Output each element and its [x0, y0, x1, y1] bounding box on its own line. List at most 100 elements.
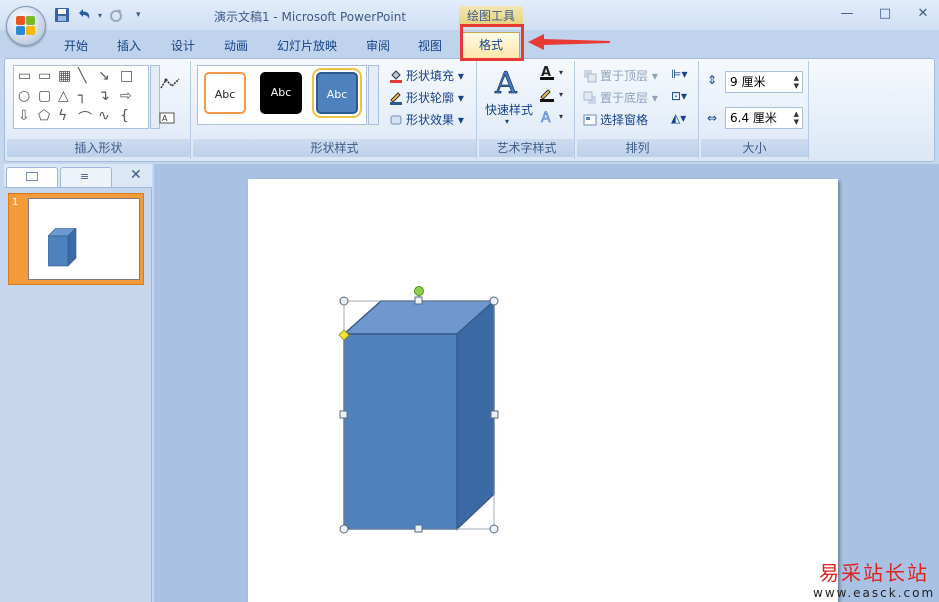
- group-label-shape-styles: 形状样式: [193, 139, 476, 157]
- group-wordart-styles: A 快速样式 ▾ A ▾ ▾ A ▾ 艺术字样式: [479, 61, 575, 159]
- style-swatch-blue[interactable]: Abc: [312, 68, 362, 118]
- quick-styles-icon[interactable]: A: [493, 65, 525, 97]
- shape-effects-label: 形状效果: [406, 113, 455, 127]
- shape-fill-button[interactable]: 形状填充 ▾: [389, 67, 464, 84]
- shapes-gallery[interactable]: ▭ ▭ ▦ ╲ ↘ □ ○ ▢ △ ┐ ↴ ⇨ ⇩ ⬠ ϟ ⌒ ∿ {: [13, 65, 149, 129]
- group-objects-icon[interactable]: ⊡▾: [671, 89, 687, 103]
- svg-text:▾: ▾: [559, 90, 563, 99]
- close-button[interactable]: ✕: [915, 6, 931, 21]
- down-arrow-shape-icon[interactable]: ⇩: [18, 108, 30, 124]
- arrow-line-shape-icon[interactable]: ↘: [98, 68, 110, 84]
- shape-outline-label: 形状轮廓: [406, 91, 455, 105]
- office-logo-icon: [16, 16, 36, 36]
- textbox-shape-icon[interactable]: ▭: [18, 68, 31, 84]
- contextual-tab-title: 绘图工具: [459, 6, 523, 26]
- outline-tab-icon: ≡: [80, 170, 90, 183]
- slide-editing-area: [154, 164, 939, 602]
- bring-to-front-button[interactable]: 置于顶层 ▾: [583, 67, 658, 84]
- shape-styles-gallery[interactable]: Abc Abc Abc: [197, 65, 367, 125]
- svg-text:A: A: [494, 66, 517, 97]
- shape-width-input[interactable]: 6.4 厘米 ▲ ▼: [725, 107, 803, 129]
- slide-thumbnail[interactable]: 1: [8, 193, 144, 285]
- slides-tab-icon: [26, 172, 38, 181]
- text-effects-icon[interactable]: A ▾: [539, 109, 569, 125]
- group-insert-shapes: ▭ ▭ ▦ ╲ ↘ □ ○ ▢ △ ┐ ↴ ⇨ ⇩ ⬠ ϟ ⌒ ∿ { A 插入…: [7, 61, 191, 159]
- minimize-button[interactable]: —: [839, 6, 855, 21]
- elbow-connector-icon[interactable]: ┐: [78, 88, 86, 104]
- rotate-handle-icon: [414, 286, 424, 296]
- tab-outline[interactable]: ≡: [60, 167, 112, 187]
- watermark: 易采站长站 www.easck.com: [813, 557, 935, 600]
- quick-styles-dropdown-icon[interactable]: ▾: [505, 117, 509, 126]
- shape-effects-button[interactable]: 形状效果 ▾: [389, 111, 464, 128]
- svg-text:A: A: [162, 114, 168, 123]
- svg-text:▾: ▾: [559, 112, 563, 121]
- selection-handles[interactable]: [336, 285, 500, 545]
- group-label-arrange: 排列: [577, 139, 698, 157]
- bring-front-icon: [584, 70, 597, 83]
- align-icon[interactable]: ⊫▾: [671, 67, 687, 81]
- send-to-back-button[interactable]: 置于底层 ▾: [583, 89, 658, 106]
- height-spinner-icon[interactable]: ▲ ▼: [794, 74, 799, 90]
- pentagon-shape-icon[interactable]: ⬠: [38, 108, 50, 124]
- group-size: ⇕ 9 厘米 ▲ ▼ ⇔ 6.4 厘米 ▲ ▼ 大小: [701, 61, 809, 159]
- group-label-insert-shapes: 插入形状: [7, 139, 190, 157]
- rectangle-shape-icon[interactable]: □: [120, 68, 133, 84]
- curve-shape-icon[interactable]: ⌒: [78, 108, 92, 128]
- maximize-button[interactable]: □: [877, 6, 893, 21]
- text-fill-icon[interactable]: A ▾: [539, 65, 569, 81]
- rotate-icon[interactable]: ◭▾: [671, 111, 686, 125]
- close-panel-icon[interactable]: ✕: [130, 167, 142, 183]
- group-label-size: 大小: [701, 139, 808, 157]
- brace-shape-icon[interactable]: {: [120, 108, 129, 124]
- tab-animations[interactable]: 动画: [224, 37, 248, 54]
- group-label-wordart-styles: 艺术字样式: [479, 139, 574, 157]
- edit-shape-icon[interactable]: [159, 77, 185, 91]
- slide-thumbnail-canvas: [28, 198, 140, 280]
- panel-tabs: ≡ ✕: [4, 164, 152, 188]
- tab-slides[interactable]: [6, 167, 58, 187]
- oval-shape-icon[interactable]: ○: [18, 88, 30, 104]
- tab-review[interactable]: 审阅: [366, 37, 390, 54]
- window-controls: — □ ✕: [839, 6, 931, 21]
- format-tab-highlight: [460, 24, 524, 61]
- shape-width-value: 6.4 厘米: [730, 111, 777, 125]
- width-spinner-icon[interactable]: ▲ ▼: [794, 110, 799, 126]
- lightning-shape-icon[interactable]: ϟ: [58, 108, 67, 124]
- freeform-shape-icon[interactable]: ∿: [98, 108, 110, 124]
- picture-shape-icon[interactable]: ▦: [58, 68, 71, 84]
- text-outline-icon[interactable]: ▾: [539, 87, 569, 103]
- watermark-line2: www.easck.com: [813, 586, 936, 600]
- tab-insert[interactable]: 插入: [117, 37, 141, 54]
- slide-canvas[interactable]: [248, 179, 838, 602]
- tab-view[interactable]: 视图: [418, 37, 442, 54]
- vertical-textbox-icon[interactable]: ▭: [38, 68, 51, 84]
- ribbon: ▭ ▭ ▦ ╲ ↘ □ ○ ▢ △ ┐ ↴ ⇨ ⇩ ⬠ ϟ ⌒ ∿ { A 插入…: [4, 58, 935, 162]
- window-title: 演示文稿1 - Microsoft PowerPoint: [213, 10, 407, 24]
- style-swatch-orange-outline[interactable]: Abc: [204, 72, 246, 114]
- draw-textbox-icon[interactable]: A: [159, 111, 185, 125]
- bring-front-label: 置于顶层: [600, 69, 649, 83]
- tab-home[interactable]: 开始: [64, 37, 88, 54]
- styles-gallery-scroll[interactable]: [368, 65, 379, 125]
- elbow-arrow-icon[interactable]: ↴: [98, 88, 110, 104]
- line-shape-icon[interactable]: ╲: [78, 68, 86, 84]
- selection-pane-button[interactable]: 选择窗格: [583, 111, 648, 128]
- shape-effects-icon: [390, 115, 402, 125]
- pencil-icon: [390, 92, 402, 105]
- rounded-rect-shape-icon[interactable]: ▢: [38, 88, 51, 104]
- slide-number: 1: [12, 197, 19, 208]
- style-swatch-black[interactable]: Abc: [260, 72, 302, 114]
- triangle-shape-icon[interactable]: △: [58, 88, 69, 104]
- shape-outline-button[interactable]: 形状轮廓 ▾: [389, 89, 464, 106]
- group-arrange: 置于顶层 ▾ 置于底层 ▾ 选择窗格 ⊫▾ ⊡▾ ◭▾ 排列: [577, 61, 699, 159]
- office-button[interactable]: [6, 6, 46, 46]
- tab-design[interactable]: 设计: [171, 37, 195, 54]
- thumbnail-cube-shape: [48, 228, 77, 267]
- quick-styles-button[interactable]: 快速样式: [485, 101, 533, 118]
- tab-slideshow[interactable]: 幻灯片放映: [277, 37, 337, 54]
- right-arrow-shape-icon[interactable]: ⇨: [120, 88, 132, 104]
- send-back-icon: [583, 91, 596, 104]
- shape-height-value: 9 厘米: [730, 75, 766, 89]
- shape-height-input[interactable]: 9 厘米 ▲ ▼: [725, 71, 803, 93]
